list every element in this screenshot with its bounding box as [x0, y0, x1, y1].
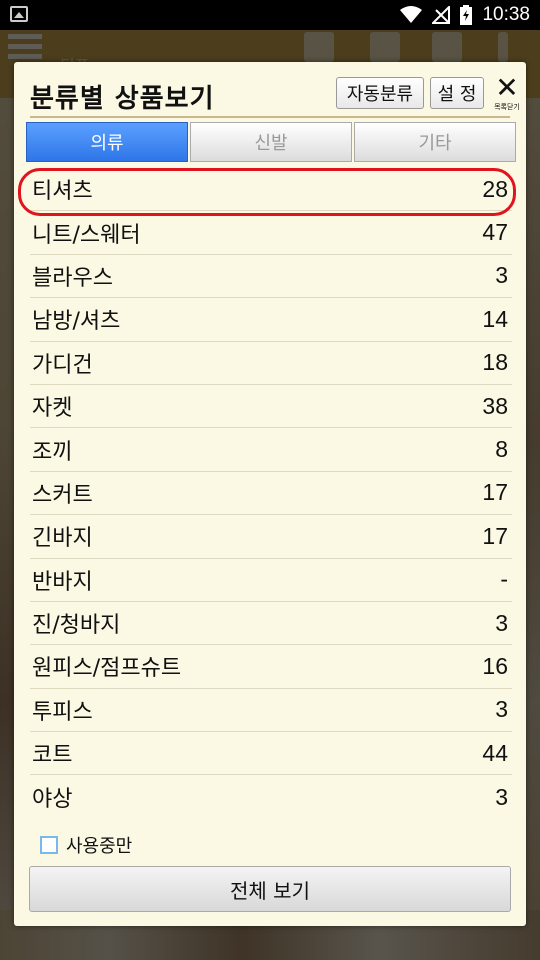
category-count: - — [500, 566, 508, 593]
dialog-title: 분류별 상품보기 — [30, 84, 215, 114]
tab-other[interactable]: 기타 — [354, 122, 516, 162]
auto-classify-button[interactable]: 자동분류 — [336, 77, 424, 109]
close-button[interactable]: ✕ 목록닫기 — [492, 74, 522, 114]
category-count: 8 — [495, 436, 508, 463]
settings-button[interactable]: 설 정 — [430, 77, 484, 109]
list-item[interactable]: 티셔츠 28 — [30, 168, 512, 212]
category-name: 조끼 — [32, 439, 73, 465]
category-count: 17 — [482, 479, 508, 506]
clock: 10:38 — [482, 4, 530, 25]
category-name: 티셔츠 — [32, 179, 93, 205]
no-signal-icon — [432, 6, 451, 24]
tab-clothing[interactable]: 의류 — [26, 122, 188, 162]
category-count: 28 — [482, 175, 508, 202]
only-used-checkbox[interactable] — [40, 836, 58, 854]
category-count: 3 — [495, 609, 508, 636]
list-item[interactable]: 니트/스웨터 47 — [30, 211, 512, 255]
status-bar: 10:38 — [0, 0, 540, 30]
category-name: 자켓 — [32, 396, 73, 422]
list-item[interactable]: 조끼 8 — [30, 428, 512, 472]
dialog-header: 분류별 상품보기 자동분류 설 정 ✕ 목록닫기 — [30, 74, 520, 118]
category-count: 18 — [482, 349, 508, 376]
category-name: 원피스/점프슈트 — [32, 656, 182, 682]
category-list: 티셔츠 28 니트/스웨터 47 블라우스 3 남방/셔츠 14 가디건 18 자켓 38 … — [30, 168, 512, 819]
view-all-button[interactable]: 전체 보기 — [29, 866, 511, 912]
category-name: 니트/스웨터 — [32, 222, 141, 248]
list-item[interactable]: 블라우스 3 — [30, 255, 512, 299]
category-dialog: 분류별 상품보기 자동분류 설 정 ✕ 목록닫기 의류 신발 기타 티셔츠 28 … — [14, 62, 526, 926]
list-item[interactable]: 가디건 18 — [30, 342, 512, 385]
category-name: 진/청바지 — [32, 613, 121, 639]
gallery-notification-icon — [10, 6, 28, 22]
only-used-toggle[interactable]: 사용중만 — [40, 832, 132, 858]
category-name: 코트 — [32, 743, 73, 769]
category-name: 블라우스 — [32, 265, 113, 291]
category-name: 야상 — [32, 787, 73, 813]
category-name: 반바지 — [32, 569, 93, 595]
category-name: 가디건 — [32, 352, 93, 378]
tab-shoes[interactable]: 신발 — [190, 122, 352, 162]
category-name: 긴바지 — [32, 526, 93, 552]
list-item[interactable]: 야상 3 — [30, 775, 512, 818]
category-count: 3 — [495, 783, 508, 810]
list-item[interactable]: 자켓 38 — [30, 385, 512, 429]
category-name: 투피스 — [32, 699, 93, 725]
close-label: 목록닫기 — [494, 103, 520, 111]
list-item[interactable]: 코트 44 — [30, 732, 512, 776]
category-name: 남방/셔츠 — [32, 309, 121, 335]
category-count: 44 — [482, 739, 508, 766]
status-icons: 10:38 — [400, 0, 530, 30]
category-count: 17 — [482, 522, 508, 549]
list-item[interactable]: 반바지 - — [30, 559, 512, 602]
category-tabs: 의류 신발 기타 — [26, 122, 516, 162]
category-name: 스커트 — [32, 482, 93, 508]
list-item[interactable]: 스커트 17 — [30, 472, 512, 516]
category-count: 3 — [495, 696, 508, 723]
category-count: 47 — [482, 219, 508, 246]
category-count: 14 — [482, 305, 508, 332]
category-count: 3 — [495, 262, 508, 289]
list-item[interactable]: 남방/셔츠 14 — [30, 298, 512, 342]
list-item[interactable]: 원피스/점프슈트 16 — [30, 645, 512, 689]
category-count: 16 — [482, 652, 508, 679]
list-item[interactable]: 진/청바지 3 — [30, 602, 512, 646]
category-count: 38 — [482, 392, 508, 419]
list-item[interactable]: 투피스 3 — [30, 689, 512, 733]
close-icon: ✕ — [495, 71, 519, 104]
battery-icon — [460, 5, 473, 25]
wifi-icon — [400, 6, 423, 23]
list-item[interactable]: 긴바지 17 — [30, 515, 512, 559]
only-used-label: 사용중만 — [66, 836, 133, 857]
